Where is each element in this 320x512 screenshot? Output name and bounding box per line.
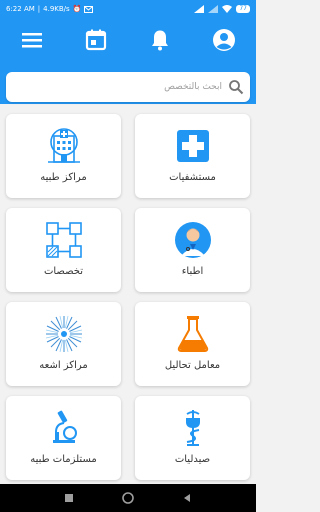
card-hospitals[interactable]: مستشفيات [135,114,250,198]
doctor-icon [174,222,211,258]
pharmacy-caduceus-icon [185,410,200,446]
card-label: مستلزمات طبيه [30,454,97,465]
card-doctors[interactable]: اطباء [135,208,250,292]
status-network-speed: 4.9KB/s [43,5,70,13]
card-medical-supplies[interactable]: مستلزمات طبيه [6,396,121,480]
menu-icon[interactable] [20,28,44,52]
microscope-icon [52,410,77,443]
search-input[interactable] [32,82,222,92]
specialties-network-icon [45,222,82,258]
card-label: مستشفيات [169,172,216,183]
signal-icon [194,5,205,13]
card-label: اطباء [181,266,204,277]
mail-icon [84,5,94,13]
battery-indicator: 77 [236,5,250,13]
home-icon[interactable] [122,492,134,504]
card-label: تخصصات [43,266,84,277]
card-label: معامل تحاليل [164,360,221,371]
search-bar[interactable] [6,72,250,102]
wifi-icon [222,5,233,13]
card-specialties[interactable]: تخصصات [6,208,121,292]
lab-flask-icon [177,316,208,352]
medical-center-building-icon [47,128,80,163]
card-medical-centers[interactable]: مراكز طبيه [6,114,121,198]
account-circle-icon[interactable] [212,28,236,52]
card-labs[interactable]: معامل تحاليل [135,302,250,386]
card-label: صيدليات [174,454,211,465]
card-label: مراكز اشعه [39,360,88,371]
calendar-icon[interactable] [84,28,108,52]
app-bar [0,18,256,62]
back-icon[interactable] [182,493,192,503]
search-icon[interactable] [228,79,244,95]
status-time: 6:22 AM [6,5,35,13]
signal-icon-2 [208,5,219,13]
card-pharmacies[interactable]: صيدليات [135,396,250,480]
system-navigation-bar [0,484,256,512]
bell-icon[interactable] [148,28,172,52]
search-area [0,62,256,104]
hospital-cross-icon [176,130,209,162]
alarm-icon: ⏰ [72,5,82,13]
status-bar: 6:22 AM | 4.9KB/s ⏰ 77 [0,0,256,18]
radiology-burst-icon [45,315,82,353]
recents-icon[interactable] [64,493,74,503]
card-label: مراكز طبيه [40,172,87,183]
card-radiology-centers[interactable]: مراكز اشعه [6,302,121,386]
